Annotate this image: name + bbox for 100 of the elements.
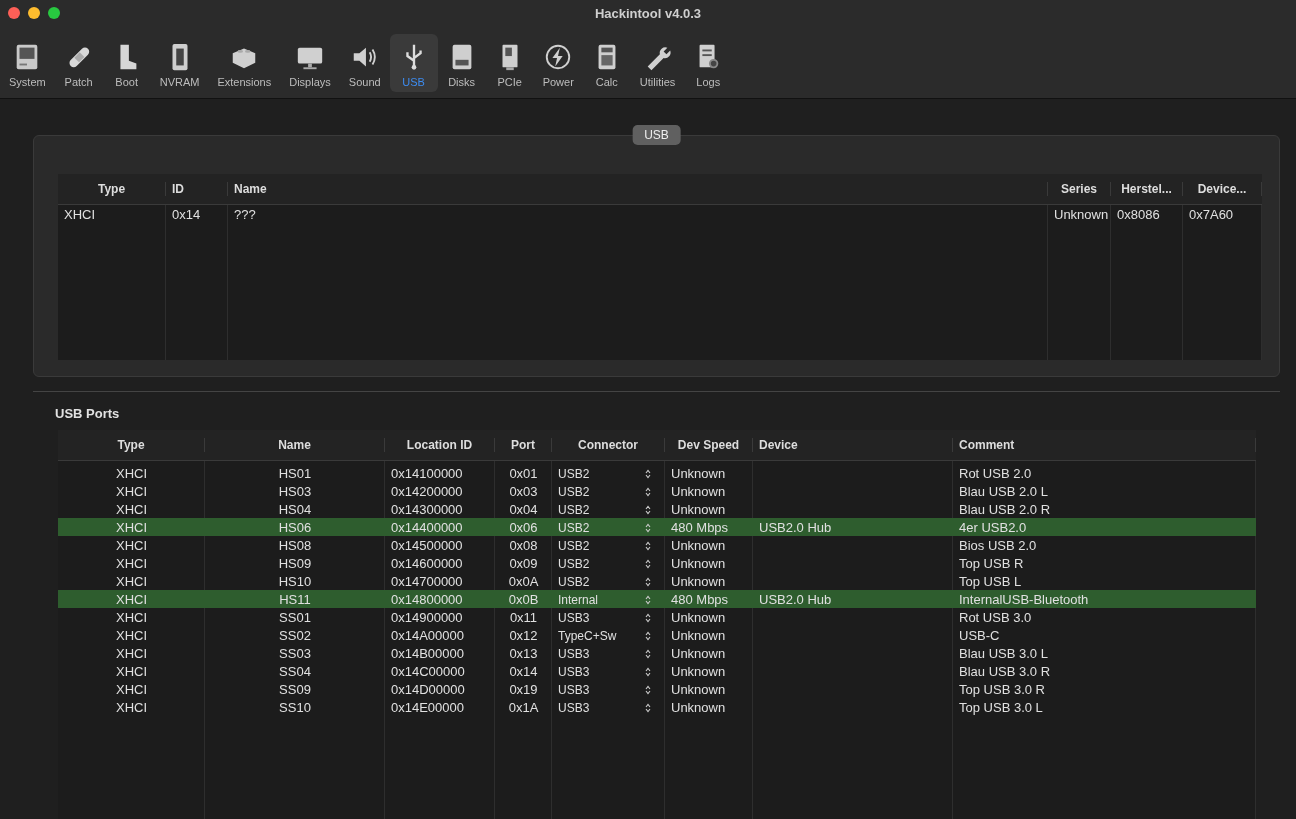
port-row[interactable]: XHCI SS03 0x14B00000 0x13 USB3 Unknown Blau USB 3.0 L [58, 644, 1256, 662]
stepper-arrows-icon [645, 649, 651, 659]
toolbar-tab[interactable]: Power [533, 34, 583, 92]
table-cell-text: 0x8086 [1116, 206, 1161, 222]
port-row[interactable]: XHCI SS02 0x14A00000 0x12 TypeC+Sw Unknown USB-C [58, 626, 1256, 644]
column-header[interactable]: Device [753, 438, 953, 452]
table-cell-text: XHCI [114, 537, 149, 553]
toolbar-tab[interactable]: Calc [582, 34, 631, 92]
toolbar-tab[interactable]: System [0, 34, 55, 92]
port-row[interactable]: XHCI HS01 0x14100000 0x01 USB2 Unknown Rot USB 2.0 [58, 464, 1256, 482]
table-cell-text: 0x0B [507, 591, 540, 607]
stepper-arrows-icon [645, 487, 651, 497]
minimize-button[interactable] [28, 7, 40, 19]
port-row[interactable]: XHCI SS01 0x14900000 0x11 USB3 Unknown Rot USB 3.0 [58, 608, 1256, 626]
table-cell-text: 0x06 [508, 519, 539, 535]
table-cell-text: Unknown [670, 501, 727, 517]
column-header[interactable]: Device... [1183, 182, 1262, 196]
connector-popup[interactable]: USB3 [552, 609, 665, 625]
connector-popup[interactable]: USB2 [552, 537, 665, 553]
connector-popup[interactable]: USB2 [552, 555, 665, 571]
port-row[interactable]: XHCI HS06 0x14400000 0x06 USB2 480 Mbps USB2.0 Hub 4er USB2.0 [58, 518, 1256, 536]
connector-popup[interactable]: USB2 [552, 483, 665, 499]
connector-popup[interactable]: USB3 [552, 645, 665, 661]
toolbar-tab[interactable]: Displays [280, 34, 340, 92]
column-header[interactable]: Series [1048, 182, 1111, 196]
port-row[interactable]: XHCI SS04 0x14C00000 0x14 USB3 Unknown Blau USB 3.0 R [58, 662, 1256, 680]
table-cell-text: XHCI [114, 573, 149, 589]
column-header[interactable]: Comment [953, 438, 1256, 452]
table-cell-text: InternalUSB-Bluetooth [958, 591, 1090, 607]
column-header[interactable]: Connector [552, 438, 665, 452]
column-header[interactable]: Name [228, 182, 1048, 196]
column-header[interactable]: Herstel... [1111, 182, 1183, 196]
connector-popup[interactable]: USB2 [552, 519, 665, 535]
table-cell-text: 0x01 [508, 465, 539, 481]
connector-popup[interactable]: USB3 [552, 681, 665, 697]
port-row[interactable]: XHCI HS11 0x14800000 0x0B Internal 480 Mbps USB2.0 Hub InternalUSB-Bluetooth [58, 590, 1256, 608]
stepper-arrows-icon [645, 631, 651, 641]
table-cell-text: Unknown [1053, 206, 1110, 222]
column-header[interactable]: Type [58, 182, 166, 196]
connector-popup[interactable]: TypeC+Sw [552, 627, 665, 643]
table-cell-text: 0x14B00000 [390, 645, 465, 661]
table-cell-text: USB-C [958, 627, 1001, 643]
port-row[interactable]: XHCI SS09 0x14D00000 0x19 USB3 Unknown Top USB 3.0 R [58, 680, 1256, 698]
zoom-button[interactable] [48, 7, 60, 19]
port-row[interactable]: XHCI HS04 0x14300000 0x04 USB2 Unknown Blau USB 2.0 R [58, 500, 1256, 518]
toolbar-tab[interactable]: Utilities [630, 34, 685, 92]
table-cell-text: USB2.0 Hub [758, 519, 833, 535]
stepper-arrows-icon [645, 667, 651, 677]
table-cell-text: HS01 [277, 465, 313, 481]
table-cell-text: 0x14E00000 [390, 699, 465, 715]
toolbar-tab[interactable]: Extensions [208, 34, 281, 92]
toolbar-tab[interactable]: Boot [102, 34, 151, 92]
column-header[interactable]: ID [166, 182, 228, 196]
toolbar-tab[interactable]: NVRAM [150, 34, 209, 92]
table-cell-text: Bios USB 2.0 [958, 537, 1038, 553]
table-cell-text: XHCI [114, 663, 149, 679]
toolbar-tab[interactable]: PCIe [485, 34, 534, 92]
table-cell-text: Top USB 3.0 R [958, 681, 1046, 697]
connector-popup[interactable]: USB2 [552, 573, 665, 589]
table-cell-text: XHCI [63, 206, 97, 222]
table-cell-text: Unknown [670, 609, 727, 625]
column-header[interactable]: Type [58, 438, 205, 452]
table-cell-text: 0x19 [508, 681, 539, 697]
connector-popup[interactable]: USB2 [552, 501, 665, 517]
stepper-arrows-icon [645, 577, 651, 587]
column-header[interactable]: Dev Speed [665, 438, 753, 452]
table-cell-text: Rot USB 3.0 [958, 609, 1033, 625]
connector-popup[interactable]: USB2 [552, 465, 665, 481]
table-cell-text: 0x14 [171, 206, 202, 222]
port-row[interactable]: XHCI SS10 0x14E00000 0x1A USB3 Unknown Top USB 3.0 L [58, 698, 1256, 716]
port-row[interactable]: XHCI HS08 0x14500000 0x08 USB2 Unknown Bios USB 2.0 [58, 536, 1256, 554]
table-cell-text: 0x04 [508, 501, 539, 517]
table-cell-text: 0x13 [508, 645, 539, 661]
connector-popup[interactable]: Internal [552, 591, 665, 607]
table-cell-text: Unknown [670, 663, 727, 679]
column-header[interactable]: Port [495, 438, 552, 452]
connector-popup[interactable]: USB3 [552, 699, 665, 715]
window-title: Hackintool v4.0.3 [594, 5, 702, 21]
table-cell-text: Top USB R [958, 555, 1025, 571]
toolbar-tab[interactable]: Patch [54, 34, 103, 92]
table-cell-text: Top USB L [958, 573, 1023, 589]
column-header[interactable]: Name [205, 438, 385, 452]
table-cell-text: HS04 [277, 501, 313, 517]
connector-popup[interactable]: USB3 [552, 663, 665, 679]
column-header[interactable]: Location ID [385, 438, 495, 452]
group-title: USB [632, 125, 681, 145]
stepper-arrows-icon [645, 559, 651, 569]
table-cell-text: ??? [233, 206, 257, 222]
close-button[interactable] [8, 7, 20, 19]
toolbar-tab[interactable]: Logs [684, 34, 733, 92]
table-cell-text: Unknown [670, 681, 727, 697]
table-cell-text: Blau USB 3.0 L [958, 645, 1049, 661]
port-row[interactable]: XHCI HS09 0x14600000 0x09 USB2 Unknown Top USB R [58, 554, 1256, 572]
toolbar-tab[interactable]: Disks [437, 34, 486, 92]
port-row[interactable]: XHCI HS03 0x14200000 0x03 USB2 Unknown Blau USB 2.0 L [58, 482, 1256, 500]
toolbar-tab[interactable]: Sound [339, 34, 390, 92]
table-cell-text: XHCI [114, 609, 149, 625]
table-cell-text: 4er USB2.0 [958, 519, 1028, 535]
port-row[interactable]: XHCI HS10 0x14700000 0x0A USB2 Unknown Top USB L [58, 572, 1256, 590]
table-cell-text: 0x14800000 [390, 591, 464, 607]
